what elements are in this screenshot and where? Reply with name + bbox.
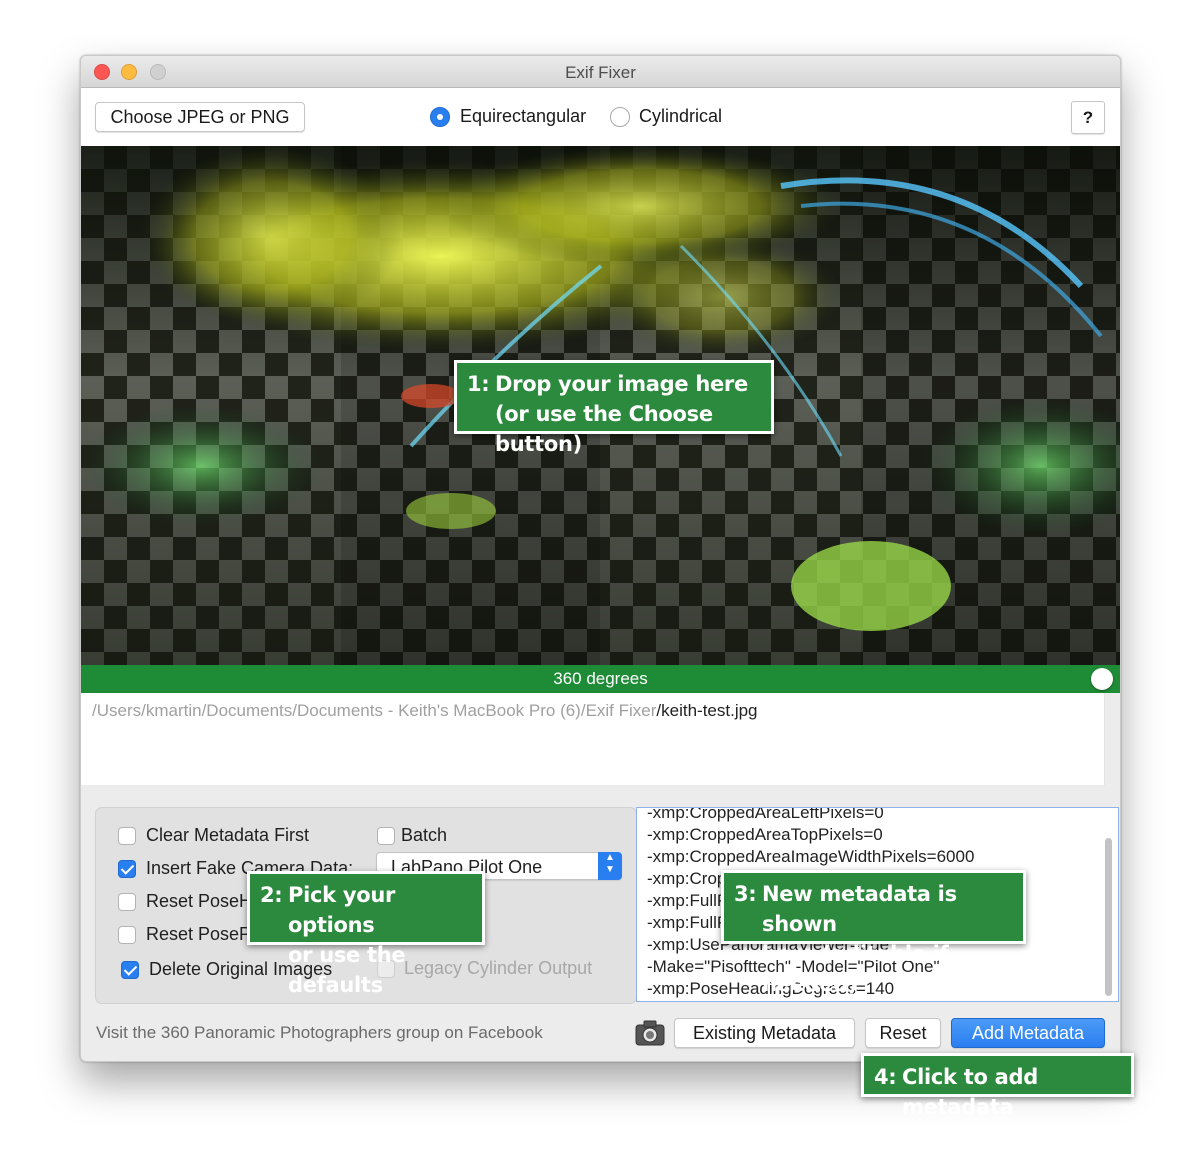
select-chevron-icon: ▲ ▼ xyxy=(598,852,622,880)
title-bar[interactable]: Exif Fixer xyxy=(81,56,1120,88)
field-of-view-slider[interactable]: 360 degrees xyxy=(81,665,1120,693)
file-name: /keith-test.jpg xyxy=(656,701,758,720)
callout-line: Click to add metadata xyxy=(902,1065,1038,1119)
metadata-scrollbar[interactable] xyxy=(1105,838,1112,996)
callout-line: Pick your options xyxy=(288,883,396,937)
metadata-line: -xmp:CroppedAreaLeftPixels=0 xyxy=(647,807,884,822)
callout-line: (or use the Choose button) xyxy=(495,402,713,456)
callout-add-metadata: 4: Click to add metadata xyxy=(861,1053,1134,1119)
cylindrical-radio[interactable] xyxy=(610,107,630,127)
reset-pose-pitch-checkbox[interactable] xyxy=(118,926,136,944)
file-path: /Users/kmartin/Documents/Documents - Kei… xyxy=(92,701,758,721)
reset-pose-pitch-label[interactable]: Reset PoseP xyxy=(146,924,251,945)
equirectangular-radio[interactable] xyxy=(430,107,450,127)
clear-metadata-label[interactable]: Clear Metadata First xyxy=(146,825,309,846)
toolbar: Choose JPEG or PNG Equirectangular Cylin… xyxy=(81,88,1120,146)
callout-line: Drop your image here xyxy=(495,372,748,396)
help-button[interactable]: ? xyxy=(1071,101,1105,134)
batch-label[interactable]: Batch xyxy=(401,825,447,846)
callout-line: here (editable if needed) xyxy=(762,942,949,996)
add-metadata-button[interactable]: Add Metadata xyxy=(951,1018,1105,1048)
slider-value-label: 360 degrees xyxy=(553,669,648,688)
slider-knob[interactable] xyxy=(1091,668,1113,690)
callout-line: New metadata is shown xyxy=(762,882,957,936)
callout-number: 3: xyxy=(734,882,757,906)
metadata-line: -xmp:CroppedAreaImageWidthPixels=6000 xyxy=(647,847,975,866)
callout-number: 1: xyxy=(467,372,490,396)
file-directory: /Users/kmartin/Documents/Documents - Kei… xyxy=(92,701,657,720)
camera-icon[interactable] xyxy=(635,1020,665,1046)
metadata-line: -xmp:CroppedAreaTopPixels=0 xyxy=(647,825,883,844)
reset-button[interactable]: Reset xyxy=(865,1018,941,1048)
callout-new-metadata: 3: New metadata is shown here (editable … xyxy=(721,870,1026,996)
batch-checkbox[interactable] xyxy=(377,827,395,845)
callout-line: or use the defaults xyxy=(288,943,406,997)
delete-originals-checkbox[interactable] xyxy=(121,961,139,979)
reset-pose-heading-checkbox[interactable] xyxy=(118,893,136,911)
equirectangular-label[interactable]: Equirectangular xyxy=(460,106,586,127)
insert-fake-camera-checkbox[interactable] xyxy=(118,860,136,878)
window-title: Exif Fixer xyxy=(565,63,636,82)
clear-metadata-checkbox[interactable] xyxy=(118,827,136,845)
facebook-group-link[interactable]: Visit the 360 Panoramic Photographers gr… xyxy=(96,1023,543,1043)
callout-drop-image: 1: Drop your image here (or use the Choo… xyxy=(454,360,774,456)
choose-file-button[interactable]: Choose JPEG or PNG xyxy=(95,102,305,132)
cylindrical-label[interactable]: Cylindrical xyxy=(639,106,722,127)
existing-metadata-button[interactable]: Existing Metadata xyxy=(674,1018,855,1048)
callout-number: 2: xyxy=(260,883,283,907)
file-path-area: /Users/kmartin/Documents/Documents - Kei… xyxy=(81,693,1105,785)
callout-pick-options: 2: Pick your options or use the defaults xyxy=(247,871,485,997)
callout-number: 4: xyxy=(874,1065,897,1089)
reset-pose-heading-label[interactable]: Reset PoseH xyxy=(146,891,252,912)
